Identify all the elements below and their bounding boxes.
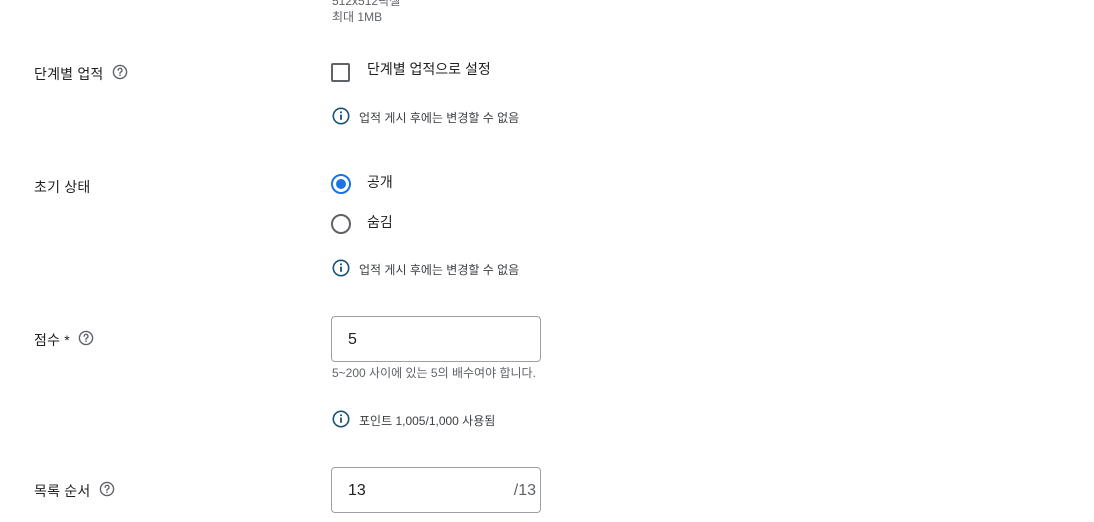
incremental-note: 업적 게시 후에는 변경할 수 없음 (332, 107, 519, 128)
radio-option-hidden[interactable]: 숨김 (331, 214, 393, 234)
list-order-input[interactable]: 13 /13 (331, 467, 541, 513)
radio-hidden-label[interactable]: 숨김 (367, 212, 393, 232)
info-icon (332, 107, 359, 128)
radio-public-label[interactable]: 공개 (367, 172, 393, 192)
initial-state-note: 업적 게시 후에는 변경할 수 없음 (332, 259, 519, 280)
incremental-checkbox-row[interactable]: 단계별 업적으로 설정 (331, 59, 491, 82)
info-icon (332, 410, 359, 431)
points-input-value[interactable]: 5 (348, 331, 357, 349)
icon-max-size-text: 최대 1MB (332, 10, 383, 24)
incremental-note-text: 업적 게시 후에는 변경할 수 없음 (359, 111, 520, 125)
icon-dimensions-text: 512x512픽셀 (332, 0, 401, 8)
help-icon[interactable] (78, 330, 94, 351)
help-icon[interactable] (99, 481, 115, 502)
points-usage-note: 포인트 1,005/1,000 사용됨 (332, 410, 495, 431)
points-input[interactable]: 5 (331, 316, 541, 362)
radio-public[interactable] (331, 174, 351, 194)
list-order-suffix: /13 (513, 482, 536, 499)
incremental-label-row: 단계별 업적 (34, 64, 128, 85)
incremental-checkbox-label[interactable]: 단계별 업적으로 설정 (367, 59, 491, 79)
list-order-label: 목록 순서 (34, 483, 91, 499)
initial-state-note-text: 업적 게시 후에는 변경할 수 없음 (359, 263, 520, 277)
points-hint: 5~200 사이에 있는 5의 배수여야 합니다. (332, 366, 536, 380)
help-icon[interactable] (112, 64, 128, 85)
points-usage-note-text: 포인트 1,005/1,000 사용됨 (359, 414, 496, 428)
incremental-checkbox[interactable] (331, 62, 350, 82)
list-order-label-row: 목록 순서 (34, 481, 115, 502)
initial-state-label: 초기 상태 (34, 179, 91, 195)
radio-hidden[interactable] (331, 214, 351, 234)
points-label: 점수 * (34, 332, 70, 348)
points-label-row: 점수 * (34, 330, 94, 351)
list-order-input-value[interactable]: 13 (348, 482, 366, 500)
incremental-label: 단계별 업적 (34, 66, 104, 82)
info-icon (332, 259, 359, 280)
radio-option-public[interactable]: 공개 (331, 174, 393, 194)
